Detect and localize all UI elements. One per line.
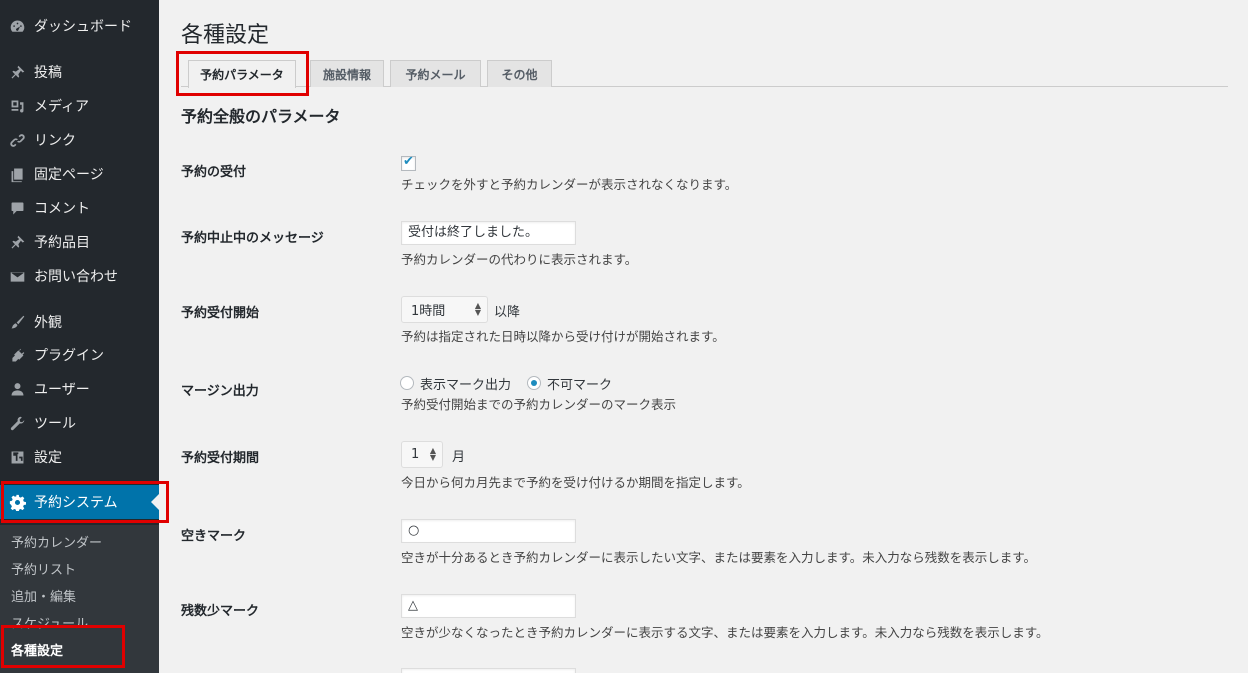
sidebar-item-label: 固定ページ [34,167,104,183]
sidebar-item-label: コメント [34,201,90,217]
period-select[interactable]: 1 ▲ ▼ [401,441,443,468]
sidebar-item-tools[interactable]: ツール [0,406,159,440]
gear-icon [7,492,27,512]
sidebar-item-label: リンク [34,133,76,149]
sidebar-item-label: 予約システム [34,495,118,511]
row-label-few: 残数少マーク [181,604,260,619]
link-icon [7,130,27,150]
brush-icon [7,312,27,332]
user-icon [7,379,27,399]
sidebar-item-label: ダッシュボード [34,19,132,35]
row-label-start: 予約受付開始 [181,306,260,321]
sidebar-item-label: メディア [34,99,90,115]
sidebar-item-reservation-system[interactable]: 予約システム [0,485,159,519]
start-suffix: 以降 [494,305,521,320]
select-arrows-icon: ▲ ▼ [429,446,436,462]
page-title: 各種設定 [181,23,270,48]
sidebar-item-label: ユーザー [34,382,90,398]
vacant-desc: 空きが十分あるとき予約カレンダーに表示したい文字、または要素を入力します。未入力… [401,550,1037,565]
admin-sidebar: ダッシュボード 投稿 メディア リンク 固定ページ コメント 予約品目 お問い合… [0,0,159,673]
row-label-period: 予約受付期間 [181,451,260,466]
start-select[interactable]: 1時間 ▲ ▼ [401,296,488,323]
sidebar-item-label: 予約品目 [34,235,90,251]
sidebar-item-label: ツール [34,416,76,432]
select-arrows-icon: ▲ ▼ [474,301,481,317]
submenu-list[interactable]: 予約リスト [11,559,76,578]
submenu-calendar[interactable]: 予約カレンダー [11,532,102,551]
submenu-schedule[interactable]: スケジュール [11,613,88,632]
submenu-add-edit[interactable]: 追加・編集 [11,586,76,605]
row-label-margin: マージン出力 [181,384,259,399]
tab-reservation-mail[interactable]: 予約メール [390,60,481,87]
sidebar-item-label: 投稿 [34,65,62,81]
sidebar-item-label: プラグイン [34,348,104,364]
sidebar-item-pages[interactable]: 固定ページ [0,157,159,191]
tab-reservation-params[interactable]: 予約パラメータ [188,60,296,88]
sidebar-item-label: 外観 [34,315,62,331]
settings-icon [7,447,27,467]
margin-radio-unavailable-label: 不可マーク [547,378,613,393]
sidebar-item-appearance[interactable]: 外観 [0,305,159,339]
sidebar-item-users[interactable]: ユーザー [0,372,159,406]
dashboard-icon [7,16,27,36]
sidebar-item-reservation-items[interactable]: 予約品目 [0,225,159,259]
row-label-stop-message: 予約中止中のメッセージ [181,231,324,246]
vacant-mark-input[interactable]: ○ [401,519,576,543]
stop-message-desc: 予約カレンダーの代わりに表示されます。 [401,252,638,267]
margin-radio-display-label: 表示マーク出力 [420,378,512,393]
accept-checkbox[interactable]: ✔ [401,154,416,171]
pin-icon [7,62,27,82]
sidebar-item-contact[interactable]: お問い合わせ [0,259,159,293]
page-icon [7,164,27,184]
start-select-value: 1時間 [411,304,446,319]
media-icon [7,96,27,116]
sidebar-item-label: お問い合わせ [34,269,118,285]
checkmark-icon: ✔ [403,154,414,169]
sidebar-item-posts[interactable]: 投稿 [0,55,159,89]
margin-radio-unavailable[interactable] [527,376,541,390]
stop-message-input[interactable]: 受付は終了しました。 [401,221,576,245]
period-select-value: 1 [411,447,420,462]
period-desc: 今日から何カ月先まで予約を受け付けるか期間を指定します。 [401,475,750,490]
submenu-settings[interactable]: 各種設定 [11,640,63,659]
row-label-accept: 予約の受付 [181,165,247,180]
tab-other[interactable]: その他 [487,60,552,87]
pin-icon [7,232,27,252]
next-mark-input[interactable] [401,668,576,673]
accept-desc: チェックを外すと予約カレンダーが表示されなくなります。 [401,177,738,192]
section-title: 予約全般のパラメータ [181,107,341,126]
margin-radio-display[interactable] [400,376,414,390]
few-desc: 空きが少なくなったとき予約カレンダーに表示する文字、または要素を入力します。未入… [401,625,1049,640]
sidebar-item-comments[interactable]: コメント [0,191,159,225]
sidebar-item-links[interactable]: リンク [0,123,159,157]
sidebar-item-media[interactable]: メディア [0,89,159,123]
margin-desc: 予約受付開始までの予約カレンダーのマーク表示 [401,397,677,412]
period-suffix: 月 [452,450,466,465]
few-mark-input[interactable]: △ [401,594,576,618]
comment-icon [7,198,27,218]
sidebar-item-settings[interactable]: 設定 [0,440,159,474]
start-desc: 予約は指定された日時以降から受け付けが開始されます。 [401,329,725,344]
sidebar-item-plugins[interactable]: プラグイン [0,338,159,372]
tab-facility-info[interactable]: 施設情報 [310,60,384,87]
mail-icon [7,266,27,286]
sidebar-item-dashboard[interactable]: ダッシュボード [0,9,159,43]
wrench-icon [7,413,27,433]
sidebar-item-label: 設定 [34,450,62,466]
reservation-submenu: 予約カレンダー 予約リスト 追加・編集 スケジュール 各種設定 [0,525,159,673]
plugin-icon [7,345,27,365]
row-label-vacant: 空きマーク [181,529,247,544]
